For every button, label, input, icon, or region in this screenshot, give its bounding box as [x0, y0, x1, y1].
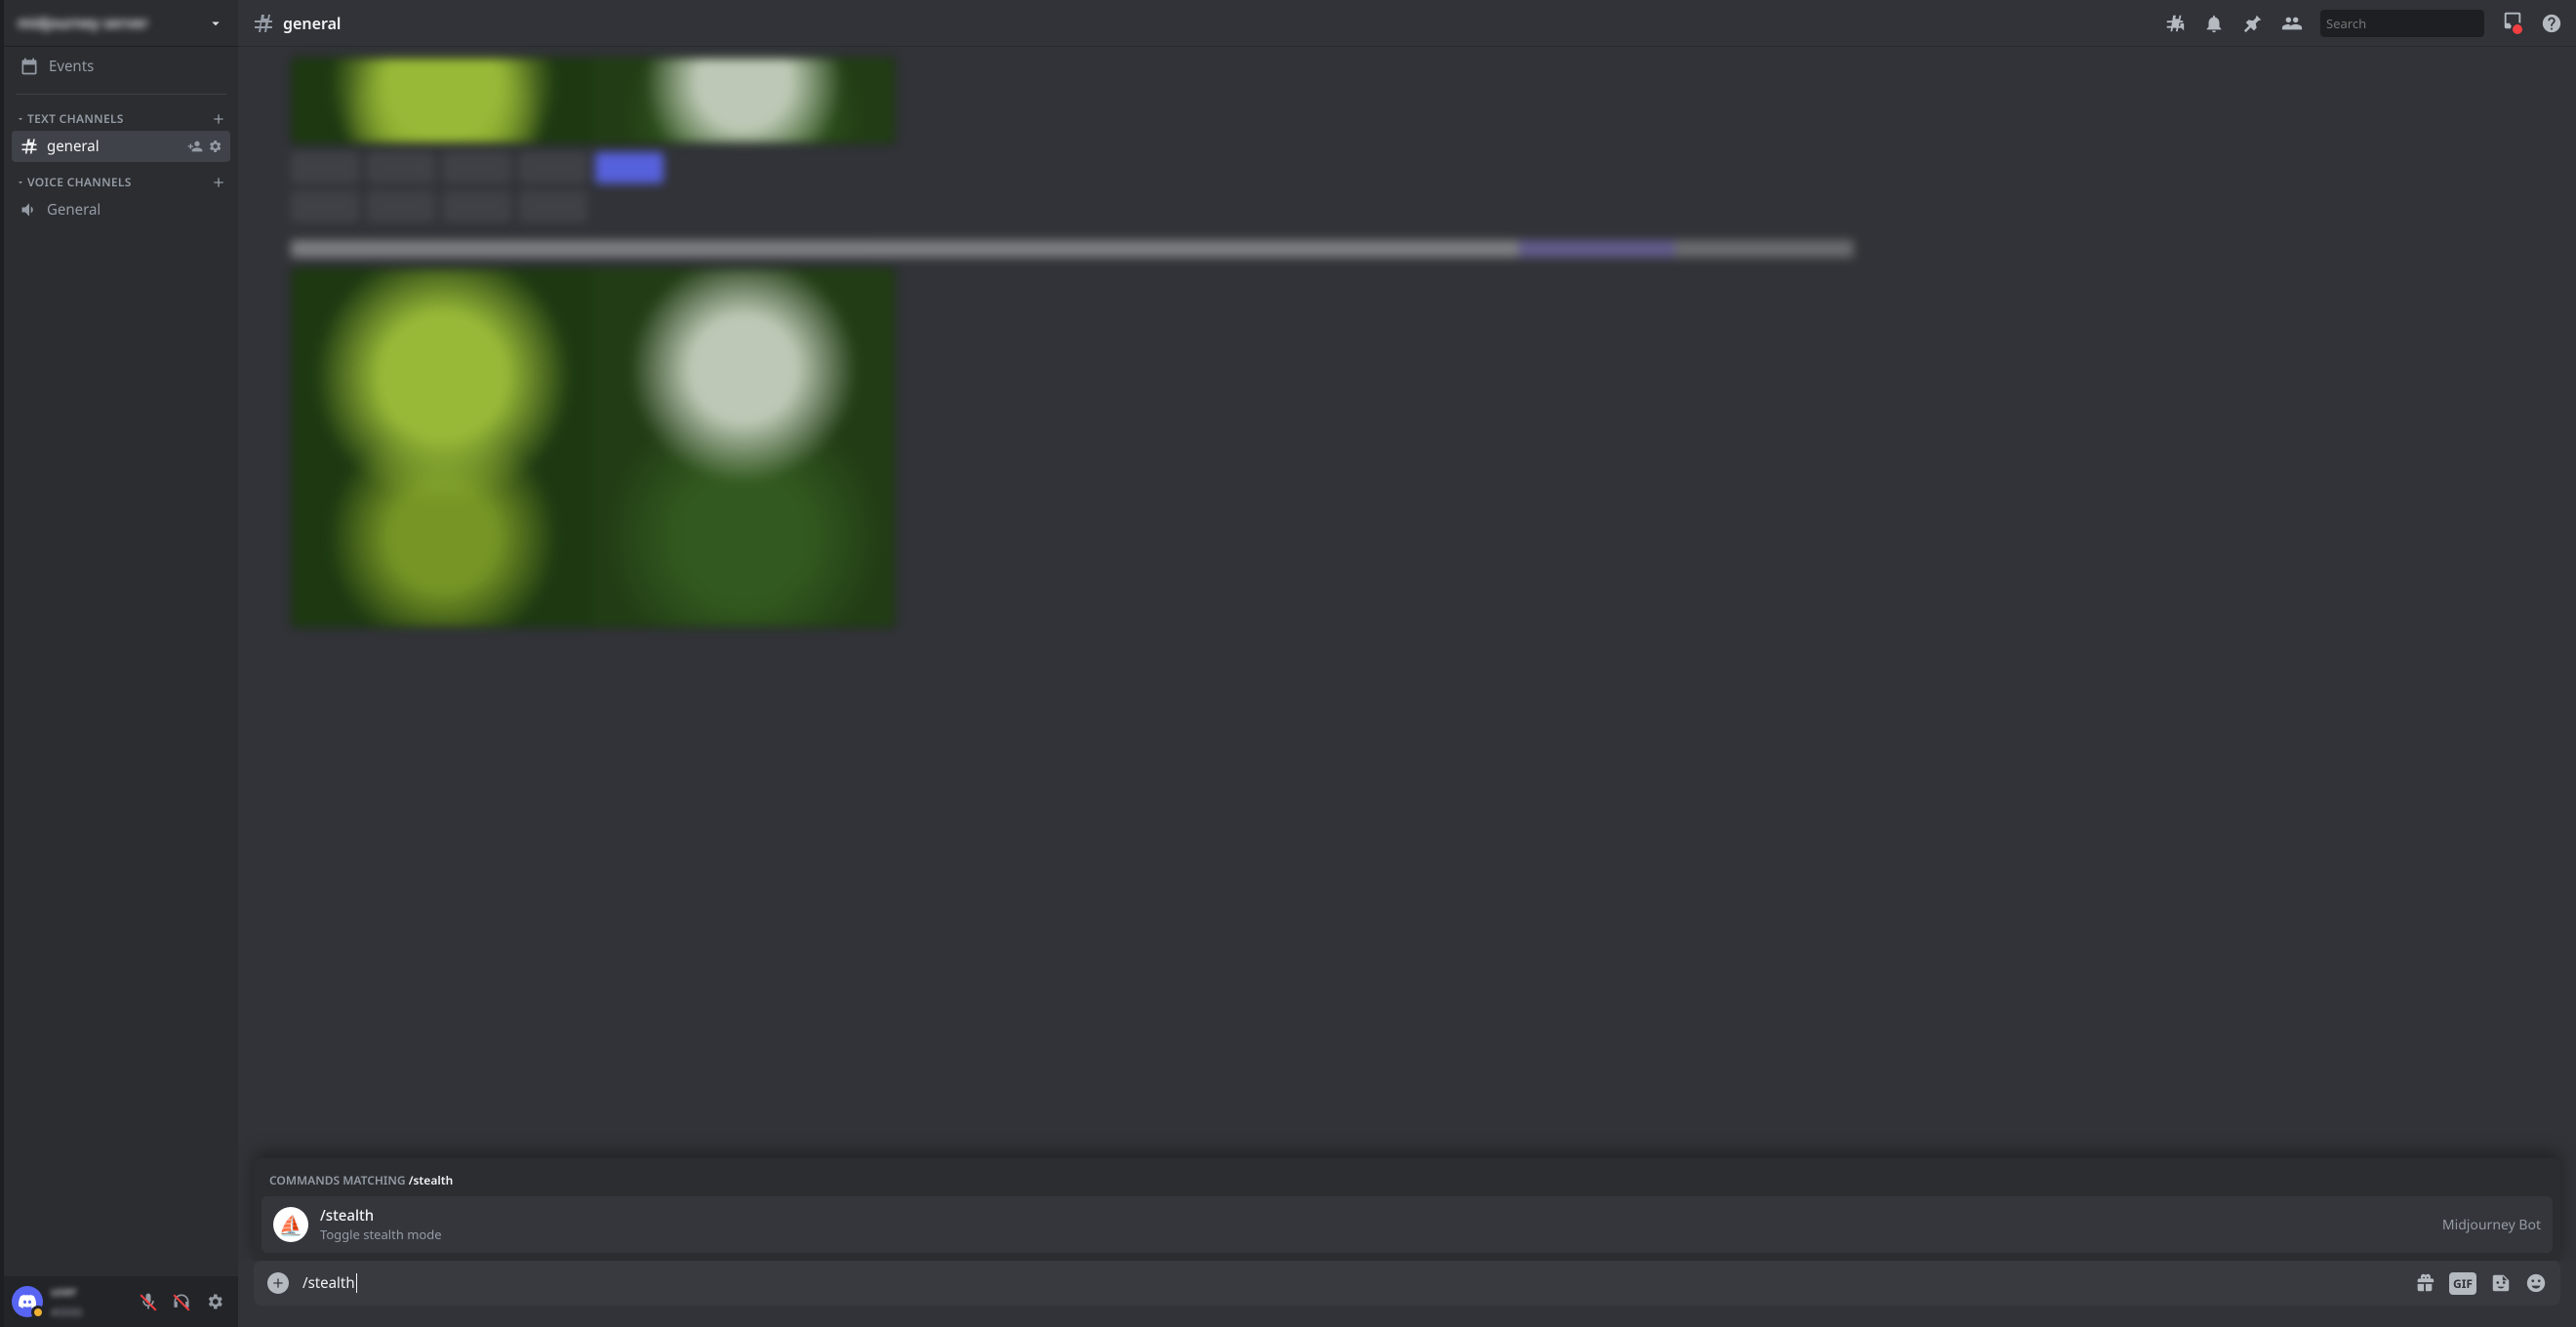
- message-input-row: /stealth GIF: [238, 1261, 2576, 1327]
- generated-image[interactable]: [291, 267, 896, 628]
- command-description: Toggle stealth mode: [320, 1226, 2431, 1243]
- gear-icon: [205, 1292, 224, 1311]
- deafen-button[interactable]: [166, 1286, 197, 1317]
- invite-user-icon[interactable]: [187, 139, 203, 154]
- command-name: /stealth: [320, 1206, 2431, 1226]
- hash-icon: [252, 12, 275, 35]
- events-label: Events: [49, 57, 94, 76]
- sticker-icon[interactable]: [2490, 1272, 2512, 1294]
- server-name: midjourney server: [18, 14, 148, 33]
- speaker-icon: [20, 200, 39, 220]
- microphone-icon: [139, 1292, 158, 1311]
- server-header[interactable]: midjourney server: [4, 0, 238, 47]
- gear-icon[interactable]: [207, 139, 222, 154]
- events-link[interactable]: Events: [12, 47, 230, 86]
- generated-image[interactable]: [291, 57, 896, 144]
- autocomplete-heading: COMMANDS MATCHING /stealth: [254, 1168, 2560, 1196]
- user-name: user: [51, 1282, 125, 1300]
- action-button[interactable]: [367, 152, 435, 183]
- channel-sidebar: midjourney server Events Text Channels g…: [4, 0, 238, 1327]
- help-icon[interactable]: [2541, 13, 2562, 34]
- autocomplete-popup: COMMANDS MATCHING /stealth ⛵ /stealth To…: [238, 1158, 2576, 1261]
- channel-general-text[interactable]: general: [12, 131, 230, 162]
- status-idle-icon: [31, 1306, 45, 1319]
- action-button[interactable]: [291, 152, 359, 183]
- chevron-down-icon: [16, 114, 25, 124]
- search-input[interactable]: [2326, 15, 2507, 32]
- action-button[interactable]: [291, 191, 359, 222]
- chat-body: person hiding his images, pop art, v6, g…: [238, 47, 2576, 1261]
- gif-button[interactable]: GIF: [2449, 1272, 2476, 1295]
- action-button[interactable]: [519, 152, 587, 183]
- divider: [16, 94, 226, 95]
- bell-icon[interactable]: [2203, 13, 2225, 34]
- channel-name: General: [47, 200, 101, 220]
- inbox-button[interactable]: [2502, 10, 2523, 36]
- user-panel: user #0000: [4, 1276, 238, 1327]
- action-button[interactable]: [595, 152, 664, 183]
- add-channel-icon[interactable]: [211, 175, 226, 190]
- action-button[interactable]: [443, 152, 511, 183]
- attach-button[interactable]: [267, 1272, 289, 1294]
- user-avatar[interactable]: [12, 1286, 43, 1317]
- emoji-icon[interactable]: [2525, 1272, 2547, 1294]
- settings-button[interactable]: [199, 1286, 230, 1317]
- prompt-text: person hiding his images, pop art, v6, g…: [291, 240, 2523, 258]
- pin-icon[interactable]: [2242, 13, 2264, 34]
- search-box[interactable]: [2320, 10, 2484, 37]
- bot-avatar: ⛵: [273, 1207, 308, 1242]
- calendar-icon: [20, 57, 39, 76]
- category-label: Text Channels: [27, 110, 124, 127]
- channel-general-voice[interactable]: General: [12, 194, 230, 225]
- plus-icon: [270, 1275, 286, 1291]
- user-info[interactable]: user #0000: [51, 1282, 125, 1321]
- action-button[interactable]: [367, 191, 435, 222]
- chevron-down-icon: [16, 178, 25, 187]
- gift-icon[interactable]: [2414, 1272, 2435, 1294]
- category-text-channels[interactable]: Text Channels: [12, 99, 230, 131]
- user-tag: #0000: [51, 1306, 82, 1320]
- command-source: Midjourney Bot: [2442, 1216, 2541, 1234]
- channel-header: general: [238, 0, 2576, 47]
- action-button[interactable]: [443, 191, 511, 222]
- channel-list: Events Text Channels general Voice Chann…: [4, 47, 238, 1276]
- autocomplete-item-stealth[interactable]: ⛵ /stealth Toggle stealth mode Midjourne…: [262, 1196, 2553, 1253]
- message-input[interactable]: /stealth GIF: [254, 1261, 2560, 1306]
- add-channel-icon[interactable]: [211, 111, 226, 127]
- threads-icon[interactable]: [2164, 13, 2186, 34]
- members-icon[interactable]: [2281, 13, 2303, 34]
- hash-icon: [20, 137, 39, 156]
- category-label: Voice Channels: [27, 174, 132, 190]
- mute-button[interactable]: [133, 1286, 164, 1317]
- blurred-message: person hiding his images, pop art, v6, g…: [238, 47, 2576, 638]
- action-button[interactable]: [519, 191, 587, 222]
- channel-name: general: [47, 137, 100, 156]
- sailboat-icon: ⛵: [279, 1212, 303, 1238]
- message-input-field[interactable]: /stealth: [302, 1273, 2400, 1293]
- inbox-icon: [2502, 10, 2523, 31]
- headphones-icon: [172, 1292, 191, 1311]
- category-voice-channels[interactable]: Voice Channels: [12, 162, 230, 194]
- page-title: general: [283, 13, 341, 34]
- chevron-down-icon: [207, 15, 224, 32]
- main-column: general: [238, 0, 2576, 1327]
